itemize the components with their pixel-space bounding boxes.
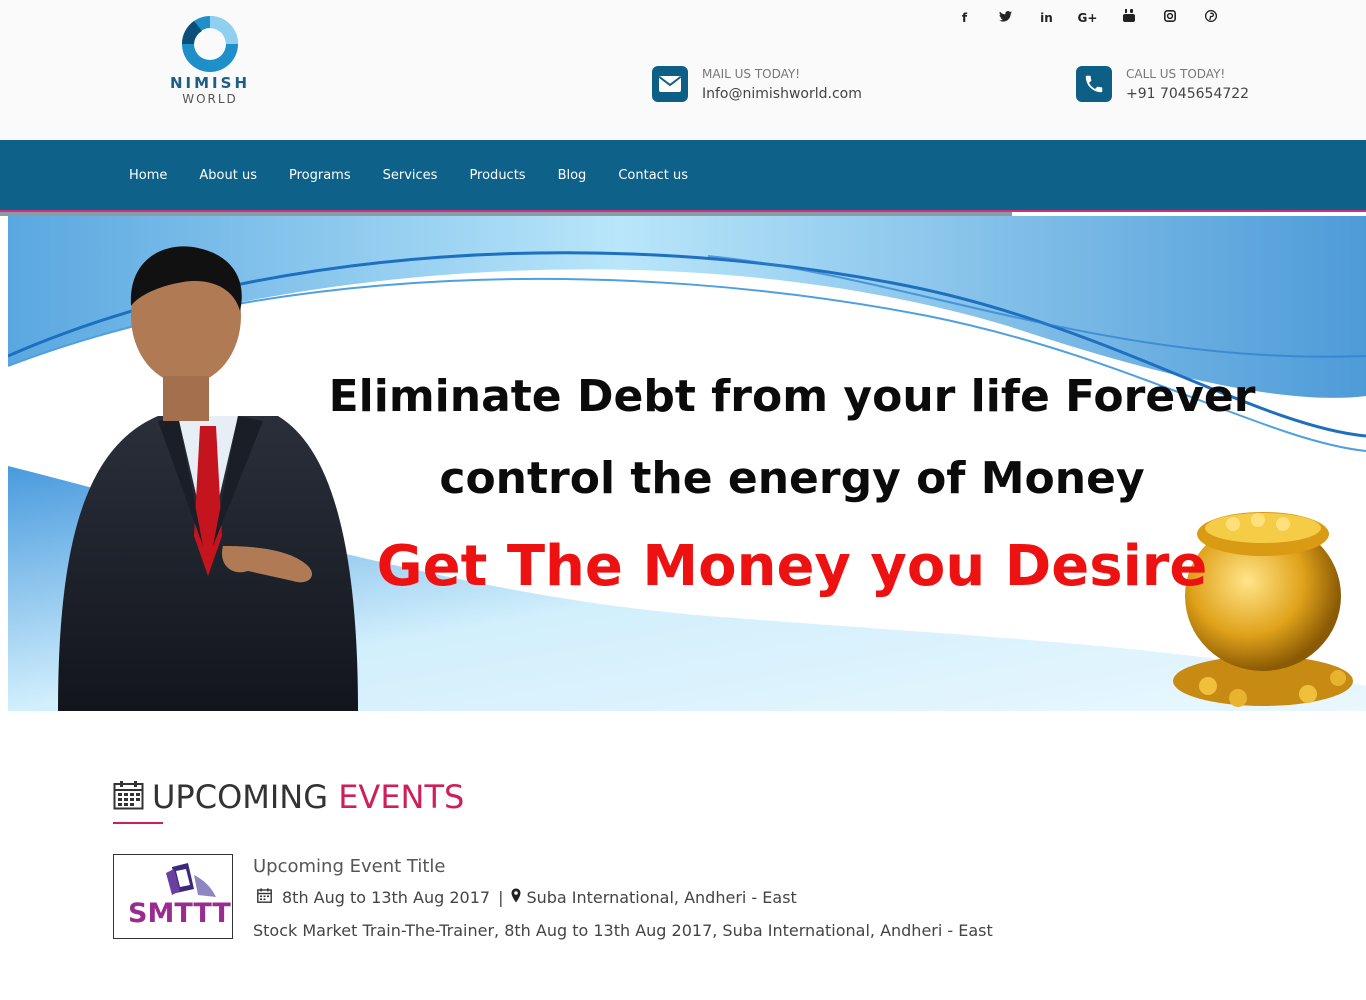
nav-services[interactable]: Services: [367, 168, 454, 183]
logo-sub: WORLD: [182, 92, 238, 106]
call-value[interactable]: +91 7045654722: [1126, 86, 1249, 102]
banner-headline-1: Eliminate Debt from your life Forever: [328, 371, 1256, 422]
main-nav: Home About us Programs Services Products…: [0, 140, 1366, 210]
banner-headline-2: control the energy of Money: [439, 453, 1145, 504]
social-links: f in G+: [944, 8, 1231, 28]
nav-products[interactable]: Products: [453, 168, 541, 183]
event-dates: 8th Aug to 13th Aug 2017: [282, 888, 491, 907]
google-plus-icon[interactable]: G+: [1067, 8, 1108, 28]
youtube-icon[interactable]: [1108, 8, 1149, 28]
envelope-icon: [652, 66, 688, 102]
nav-programs[interactable]: Programs: [273, 168, 367, 183]
logo-name: NIMISH: [170, 74, 250, 92]
mail-value[interactable]: Info@nimishworld.com: [702, 86, 862, 102]
events-underline: [113, 822, 163, 824]
event-description: Stock Market Train-The-Trainer, 8th Aug …: [253, 921, 993, 940]
nav-about-us[interactable]: About us: [183, 168, 273, 183]
smttt-logo-icon: SMTTT: [128, 863, 231, 929]
nav-home[interactable]: Home: [113, 168, 183, 183]
pinterest-icon[interactable]: [1190, 8, 1231, 28]
event-thumbnail[interactable]: SMTTT: [113, 854, 233, 939]
nav-contact-us[interactable]: Contact us: [602, 168, 704, 183]
event-meta: 8th Aug to 13th Aug 2017 | Suba Internat…: [257, 888, 797, 907]
site-header: NIMISH WORLD f in G+ MAIL US TODAY! Info…: [0, 0, 1366, 140]
meta-separator: |: [498, 888, 504, 907]
mail-label: MAIL US TODAY!: [702, 67, 801, 81]
brand-logo[interactable]: NIMISH WORLD: [168, 14, 252, 110]
event-title[interactable]: Upcoming Event Title: [253, 856, 445, 877]
twitter-icon[interactable]: [985, 8, 1026, 28]
linkedin-icon[interactable]: in: [1026, 8, 1067, 28]
events-heading: UPCOMING EVENTS: [113, 778, 464, 816]
nav-blog[interactable]: Blog: [542, 168, 603, 183]
map-marker-icon: [511, 888, 521, 907]
facebook-icon[interactable]: f: [944, 8, 985, 28]
events-title: UPCOMING EVENTS: [152, 778, 464, 816]
thumb-text: SMTTT: [128, 898, 231, 929]
event-venue: Suba International, Andheri - East: [526, 888, 797, 907]
events-title-main: UPCOMING: [152, 778, 329, 816]
call-label: CALL US TODAY!: [1126, 67, 1226, 81]
banner-headline-3: Get The Money you Desire: [376, 534, 1208, 599]
calendar-small-icon: [257, 888, 272, 907]
calendar-icon: [113, 780, 144, 815]
mail-contact[interactable]: MAIL US TODAY! Info@nimishworld.com: [652, 66, 862, 102]
events-title-accent: EVENTS: [338, 778, 465, 816]
hero-banner: Eliminate Debt from your life Forever co…: [8, 216, 1366, 711]
instagram-icon[interactable]: [1149, 8, 1190, 28]
logo-mark-icon: [181, 16, 238, 72]
call-contact[interactable]: CALL US TODAY! +91 7045654722: [1076, 66, 1249, 102]
phone-icon: [1076, 66, 1112, 102]
